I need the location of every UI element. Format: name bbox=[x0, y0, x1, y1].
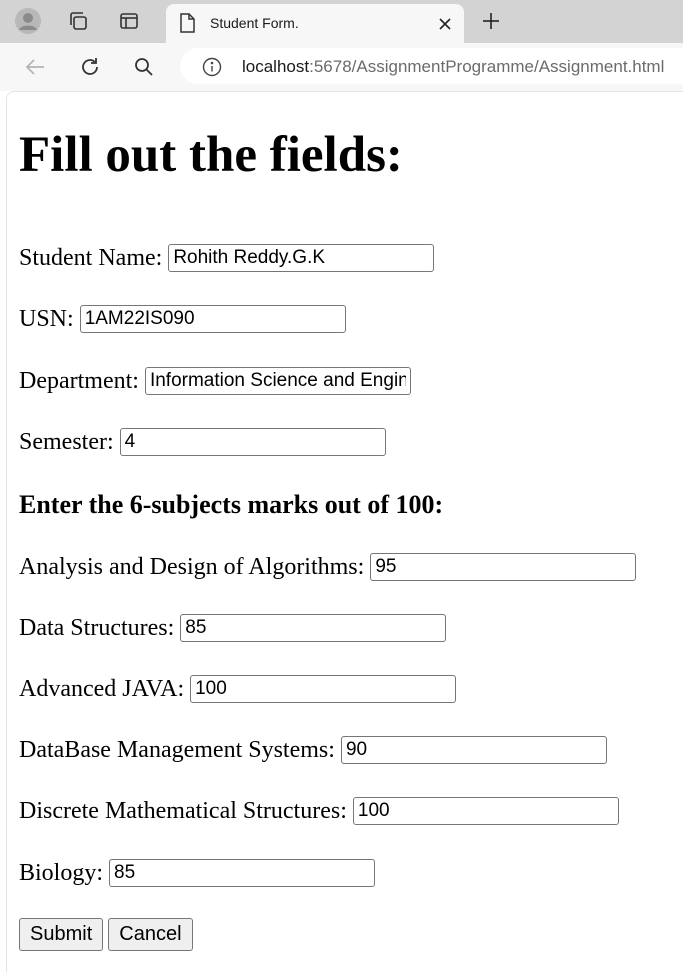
marks-row: Data Structures: bbox=[19, 611, 447, 645]
usn-row: USN: bbox=[19, 302, 346, 336]
marks-row: Discrete Mathematical Structures: bbox=[19, 794, 619, 828]
tab-student-form[interactable]: Student Form. bbox=[166, 4, 464, 43]
department-input[interactable] bbox=[144, 367, 411, 395]
submit-button[interactable]: Submit bbox=[19, 918, 104, 951]
tab-title: Student Form. bbox=[210, 15, 299, 31]
student-name-input[interactable] bbox=[168, 244, 435, 272]
document-icon bbox=[178, 12, 196, 39]
subject-marks-input[interactable] bbox=[340, 736, 607, 764]
search-icon[interactable] bbox=[129, 52, 159, 82]
subject-marks-input[interactable] bbox=[190, 675, 457, 703]
url-host: localhost bbox=[242, 57, 310, 76]
department-row: Department: bbox=[19, 364, 411, 398]
subject-label: Biology: bbox=[19, 859, 104, 886]
semester-row: Semester: bbox=[19, 425, 386, 459]
subject-marks-input[interactable] bbox=[180, 614, 447, 642]
student-name-label: Student Name: bbox=[19, 244, 163, 271]
url-text: localhost:5678/AssignmentProgramme/Assig… bbox=[242, 57, 664, 77]
marks-row: Analysis and Design of Algorithms: bbox=[19, 550, 637, 584]
profile-icon[interactable] bbox=[13, 6, 43, 36]
tab-strip: Student Form. bbox=[0, 0, 683, 43]
semester-input[interactable] bbox=[119, 428, 386, 456]
subject-marks-input[interactable] bbox=[352, 797, 619, 825]
back-icon[interactable] bbox=[20, 52, 50, 82]
page-viewport: Fill out the fields: Student Name: USN: … bbox=[6, 91, 683, 972]
subject-marks-input[interactable] bbox=[370, 553, 637, 581]
marks-row: DataBase Management Systems: bbox=[19, 733, 607, 767]
subject-label: Advanced JAVA: bbox=[19, 675, 185, 702]
subject-marks-input[interactable] bbox=[109, 859, 376, 887]
usn-label: USN: bbox=[19, 305, 74, 332]
address-bar[interactable]: localhost:5678/AssignmentProgramme/Assig… bbox=[180, 48, 683, 84]
url-path: :5678/AssignmentProgramme/Assignment.htm… bbox=[309, 57, 665, 76]
page-title: Fill out the fields: bbox=[19, 127, 403, 183]
subject-label: DataBase Management Systems: bbox=[19, 736, 335, 763]
marks-row: Biology: bbox=[19, 856, 376, 890]
browser-toolbar: localhost:5678/AssignmentProgramme/Assig… bbox=[0, 43, 683, 91]
tab-actions-icon[interactable] bbox=[114, 6, 144, 36]
semester-label: Semester: bbox=[19, 428, 114, 455]
close-icon[interactable] bbox=[434, 13, 456, 35]
subject-label: Analysis and Design of Algorithms: bbox=[19, 553, 365, 580]
form-actions: Submit Cancel bbox=[19, 918, 193, 951]
student-name-row: Student Name: bbox=[19, 241, 435, 275]
usn-input[interactable] bbox=[79, 305, 346, 333]
marks-row: Advanced JAVA: bbox=[19, 672, 457, 706]
subject-label: Discrete Mathematical Structures: bbox=[19, 797, 347, 824]
new-tab-icon[interactable] bbox=[476, 6, 506, 36]
info-icon[interactable] bbox=[202, 57, 222, 82]
subject-label: Data Structures: bbox=[19, 614, 175, 641]
refresh-icon[interactable] bbox=[75, 52, 105, 82]
department-label: Department: bbox=[19, 367, 139, 394]
cancel-button[interactable]: Cancel bbox=[108, 918, 193, 951]
marks-heading: Enter the 6-subjects marks out of 100: bbox=[19, 490, 444, 519]
collections-icon[interactable] bbox=[63, 6, 93, 36]
